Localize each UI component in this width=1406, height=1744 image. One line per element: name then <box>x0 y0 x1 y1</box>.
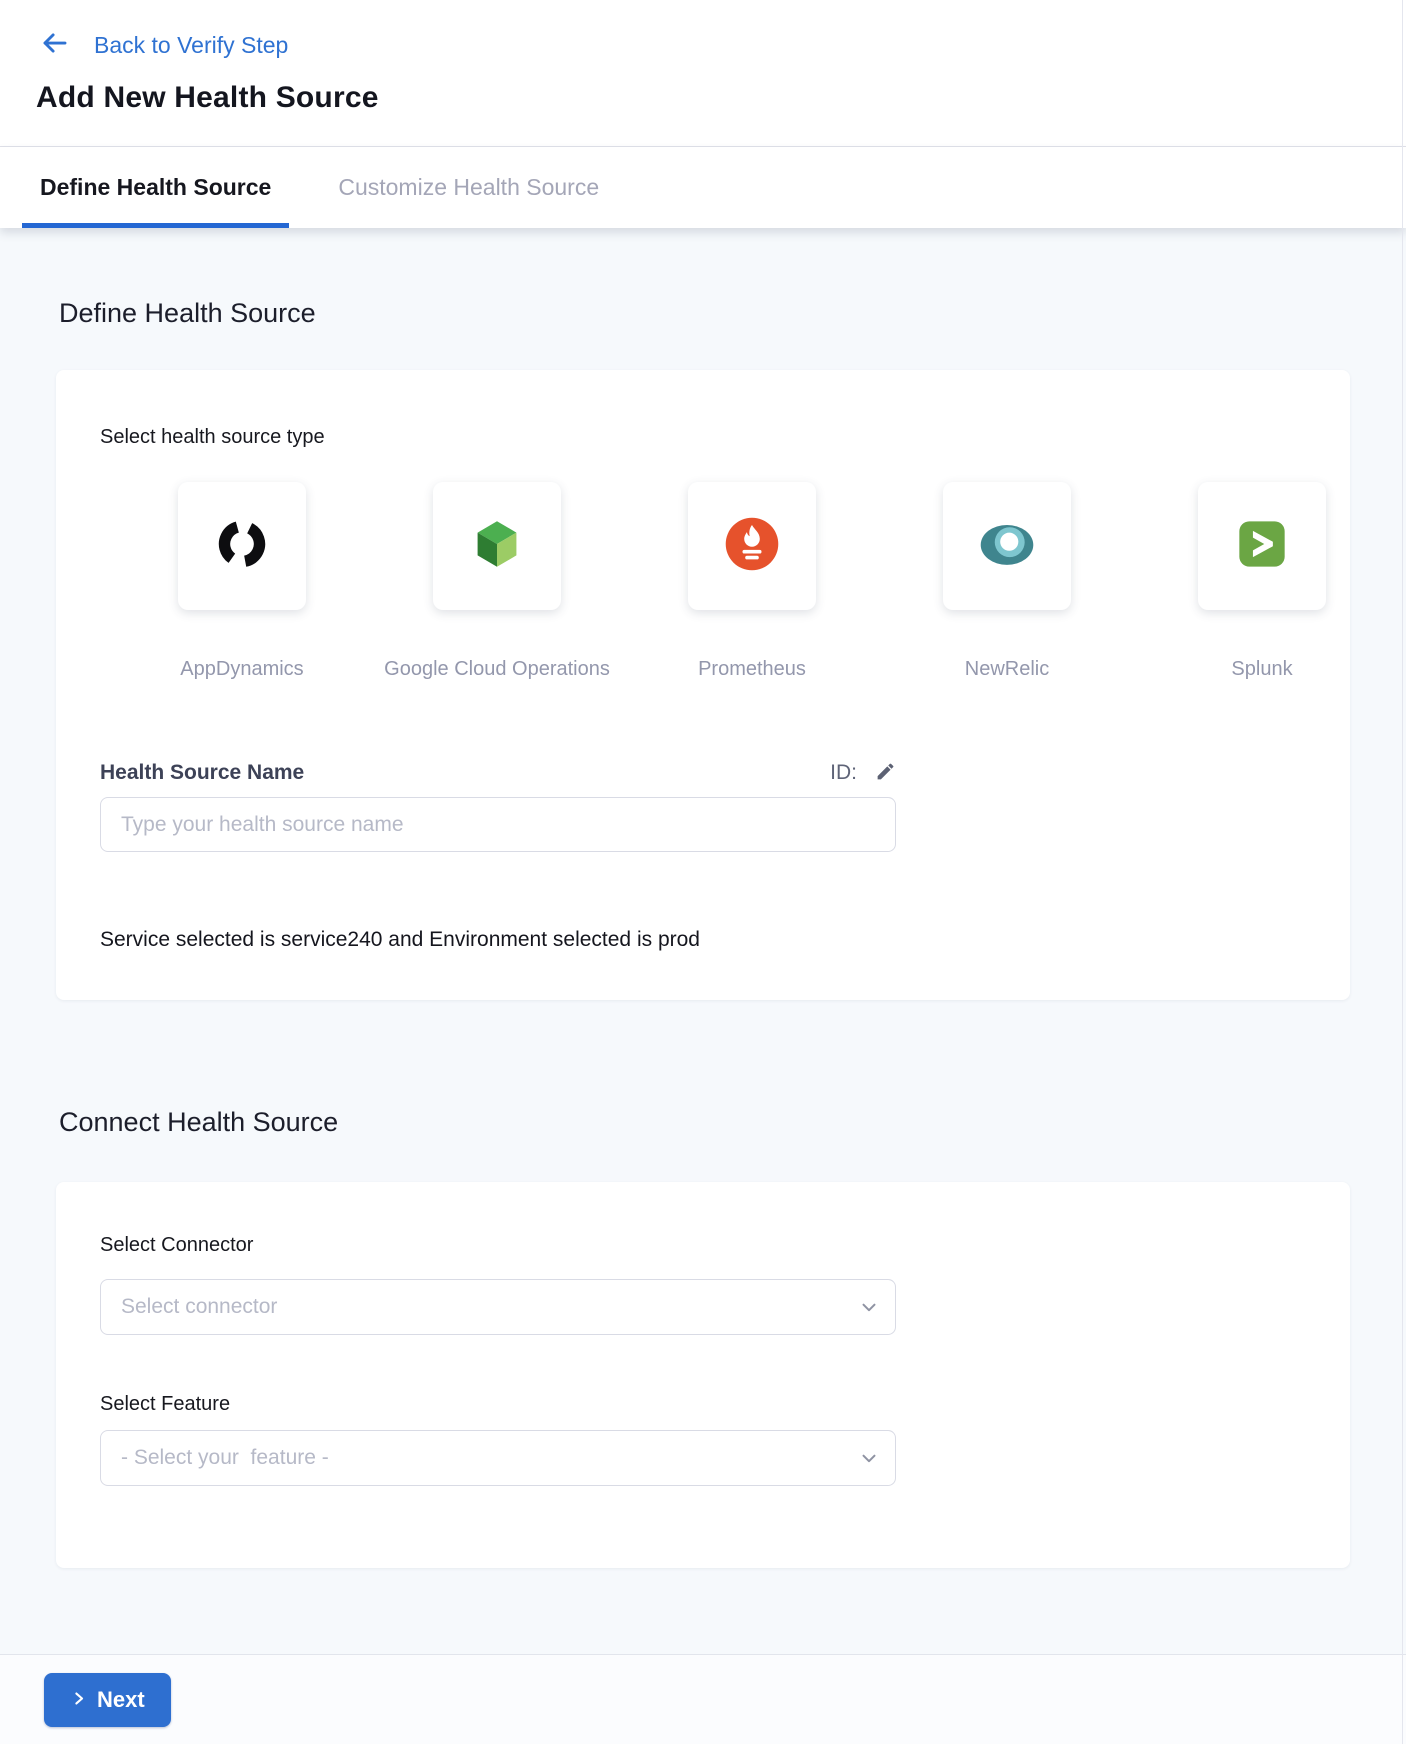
health-source-name-label: Health Source Name <box>100 761 304 785</box>
splunk-icon <box>1233 515 1291 578</box>
chevron-right-icon <box>70 1687 87 1713</box>
drawer-right-edge <box>1402 0 1403 1744</box>
select-feature-label: Select Feature <box>100 1393 1306 1416</box>
source-type-label: Splunk <box>1231 658 1292 681</box>
source-type-appdynamics: AppDynamics <box>178 482 306 681</box>
arrow-left-icon[interactable] <box>40 28 70 63</box>
google-cloud-operations-card[interactable] <box>433 482 561 610</box>
splunk-card[interactable] <box>1198 482 1326 610</box>
source-type-label: AppDynamics <box>180 658 303 681</box>
source-type-google-cloud-operations: Google Cloud Operations <box>433 482 561 681</box>
back-to-verify-link[interactable]: Back to Verify Step <box>94 32 288 59</box>
source-type-newrelic: NewRelic <box>943 482 1071 681</box>
prometheus-icon <box>723 515 781 578</box>
pencil-icon <box>875 761 896 785</box>
source-type-label: Prometheus <box>698 658 806 681</box>
select-connector-label: Select Connector <box>100 1234 1306 1257</box>
health-source-name-input[interactable] <box>100 797 896 852</box>
next-button-label: Next <box>97 1687 145 1713</box>
source-type-prometheus: Prometheus <box>688 482 816 681</box>
newrelic-card[interactable] <box>943 482 1071 610</box>
connector-select[interactable] <box>100 1279 896 1335</box>
identifier-wrap: ID: <box>830 761 896 785</box>
page-title: Add New Health Source <box>36 81 1366 115</box>
prometheus-card[interactable] <box>688 482 816 610</box>
tab-define-health-source[interactable]: Define Health Source <box>22 147 289 228</box>
health-source-tabbar: Define Health Source Customize Health So… <box>0 147 1406 228</box>
service-environment-note: Service selected is service240 and Envir… <box>100 928 1306 952</box>
feature-select-input[interactable] <box>100 1430 896 1486</box>
define-section-heading: Define Health Source <box>59 298 1350 329</box>
next-button[interactable]: Next <box>44 1673 171 1727</box>
source-type-splunk: Splunk <box>1198 482 1326 681</box>
source-type-label: NewRelic <box>965 658 1049 681</box>
source-type-row: AppDynamics Google Cloud Operations <box>178 482 1306 681</box>
appdynamics-icon <box>214 516 270 577</box>
drawer-footer: Next <box>0 1654 1406 1744</box>
back-navigation[interactable]: Back to Verify Step <box>40 28 1366 63</box>
define-panel: Select health source type AppDynamics <box>56 370 1350 1000</box>
health-source-name-row: Health Source Name ID: <box>100 761 896 785</box>
page-header: Back to Verify Step Add New Health Sourc… <box>0 0 1406 147</box>
source-type-label: Google Cloud Operations <box>384 658 610 681</box>
newrelic-icon <box>978 515 1036 578</box>
feature-select[interactable] <box>100 1430 896 1486</box>
appdynamics-card[interactable] <box>178 482 306 610</box>
edit-id-button[interactable] <box>875 761 896 785</box>
google-cloud-operations-icon <box>470 517 524 576</box>
tab-customize-health-source[interactable]: Customize Health Source <box>320 147 617 228</box>
connect-section-heading: Connect Health Source <box>59 1107 1350 1138</box>
select-type-label: Select health source type <box>100 426 1306 449</box>
connector-select-input[interactable] <box>100 1279 896 1335</box>
drawer-content: Define Health Source Select health sourc… <box>0 298 1406 1568</box>
id-label: ID: <box>830 761 857 785</box>
connect-panel: Select Connector Select Feature <box>56 1182 1350 1568</box>
